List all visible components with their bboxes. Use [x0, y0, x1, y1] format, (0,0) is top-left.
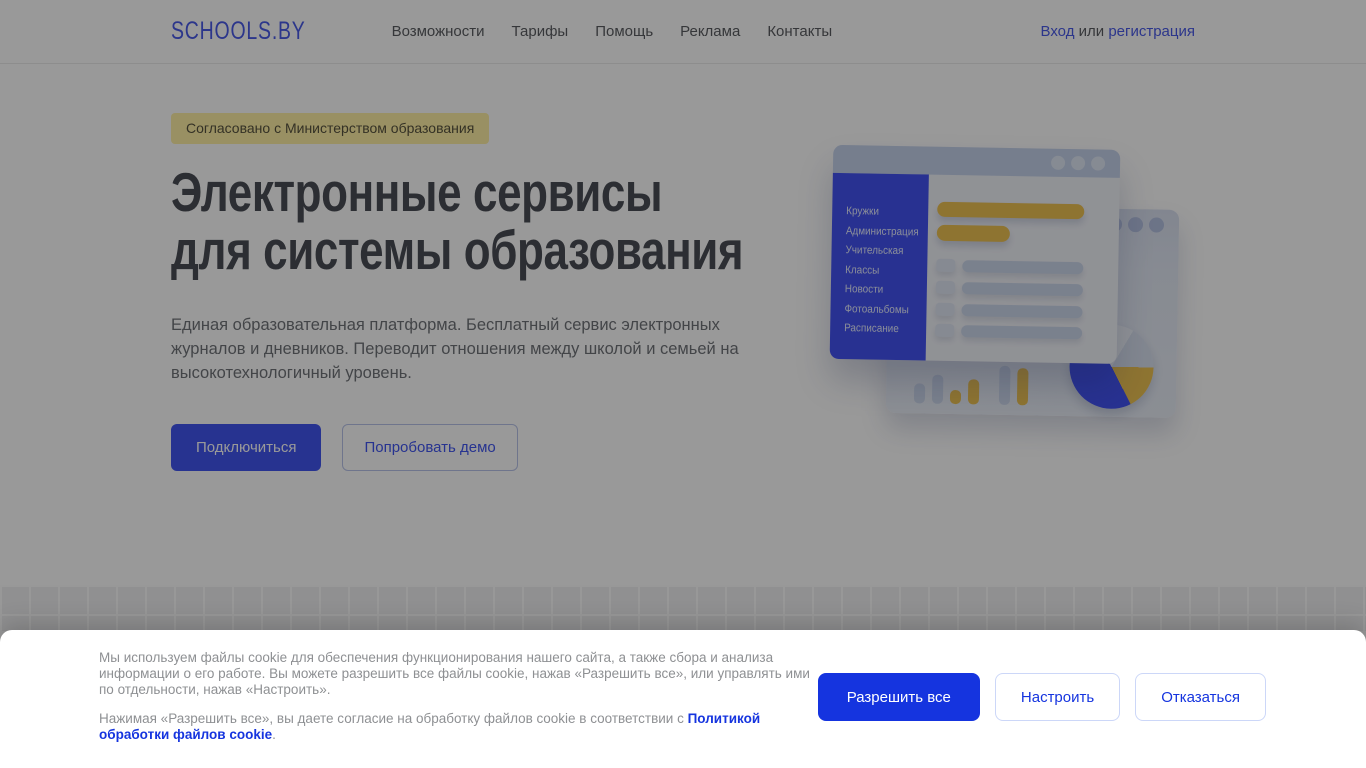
allow-all-button[interactable]: Разрешить все: [817, 673, 980, 721]
decline-button[interactable]: Отказаться: [1135, 673, 1266, 721]
cookie-paragraph-1: Мы используем файлы cookie для обеспечен…: [99, 650, 810, 697]
cookie-paragraph-2: Нажимая «Разрешить все», вы даете соглас…: [99, 711, 821, 743]
cookie-paragraph-2-suffix: .: [272, 727, 276, 743]
cookie-text: Мы используем файлы cookie для обеспечен…: [99, 650, 821, 743]
cookie-paragraph-2-prefix: Нажимая «Разрешить все», вы даете соглас…: [99, 711, 688, 727]
configure-button[interactable]: Настроить: [994, 673, 1121, 721]
cookie-actions: Разрешить все Настроить Отказаться: [817, 673, 1266, 721]
cookie-banner: Мы используем файлы cookie для обеспечен…: [0, 630, 1366, 768]
